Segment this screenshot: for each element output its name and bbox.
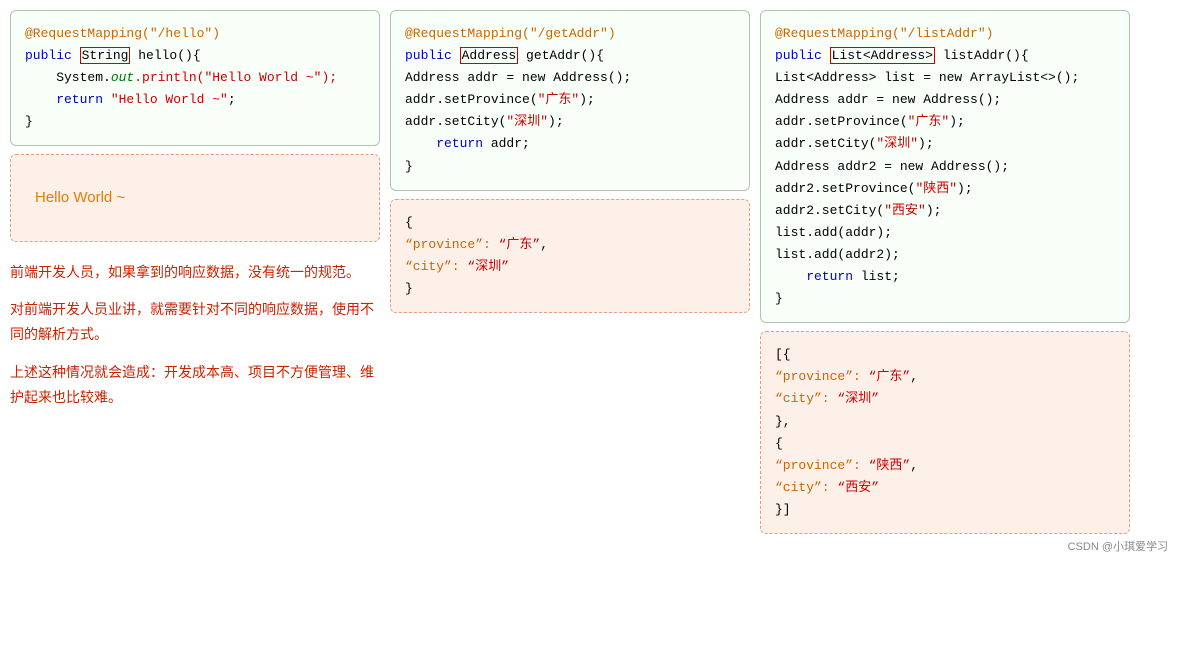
result-box-getaddr: { “province”: “广东”, “city”: “深圳” } (390, 199, 750, 313)
json-array-open: [{ (775, 344, 1115, 366)
annotation-listaddr: @RequestMapping("/listAddr") (775, 23, 1115, 45)
result-box-listaddr: [{ “province”: “广东”, “city”: “深圳” }, { “… (760, 331, 1130, 534)
main-container: @RequestMapping("/hello") public String … (10, 10, 1168, 534)
json-line-close: } (405, 278, 735, 300)
json-line-city: “city”: “深圳” (405, 256, 735, 278)
code-line-close-listaddr: } (775, 288, 1115, 310)
annotation-hello: @RequestMapping("/hello") (25, 23, 365, 45)
code-line-addr-new: Address addr = new Address(); (405, 67, 735, 89)
code-line-setcity-sz: addr.setCity("深圳"); (775, 133, 1115, 155)
code-line-addr2-new: Address addr2 = new Address(); (775, 156, 1115, 178)
json-item1-province: “province”: “广东”, (775, 366, 1115, 388)
json-line-province: “province”: “广东”, (405, 234, 735, 256)
code-line-return-addr: return addr; (405, 133, 735, 155)
json-item1-close: }, (775, 411, 1115, 433)
code-line-setcity: addr.setCity("深圳"); (405, 111, 735, 133)
code-line-close-getaddr: } (405, 156, 735, 178)
code-line-setprovince-sx: addr2.setProvince("陕西"); (775, 178, 1115, 200)
annotation-getaddr-text: @RequestMapping("/getAddr") (405, 26, 616, 41)
code-line-return-list: return list; (775, 266, 1115, 288)
json-item2-province: “province”: “陕西”, (775, 455, 1115, 477)
json-item2-city: “city”: “西安” (775, 477, 1115, 499)
code-box-listaddr: @RequestMapping("/listAddr") public List… (760, 10, 1130, 323)
code-line-list-add-addr2: list.add(addr2); (775, 244, 1115, 266)
json-item2-open: { (775, 433, 1115, 455)
code-box-getaddr: @RequestMapping("/getAddr") public Addre… (390, 10, 750, 191)
code-line-public-listaddr: public List<Address> listAddr(){ (775, 45, 1115, 67)
code-line-close-hello: } (25, 111, 365, 133)
json-array-close: }] (775, 499, 1115, 521)
hello-world-result: Hello World ~ (25, 167, 365, 229)
info-text-block: 前端开发人员，如果拿到的响应数据，没有统一的规范。 对前端开发人员业讲，就需要针… (10, 250, 380, 420)
watermark: CSDN @小琪爱学习 (10, 538, 1168, 554)
code-line-setprovince: addr.setProvince("广东"); (405, 89, 735, 111)
info-line-3: 上述这种情况就会造成：开发成本高、项目不方便管理、维护起来也比较难。 (10, 354, 380, 416)
annotation-listaddr-text: @RequestMapping("/listAddr") (775, 26, 993, 41)
info-line-2: 对前端开发人员业讲，就需要针对不同的响应数据，使用不同的解析方式。 (10, 291, 380, 353)
json-item1-city: “city”: “深圳” (775, 388, 1115, 410)
column-2: @RequestMapping("/getAddr") public Addre… (390, 10, 750, 313)
code-line-list-add-addr: list.add(addr); (775, 222, 1115, 244)
code-line-setprovince-gd: addr.setProvince("广东"); (775, 111, 1115, 133)
json-line-open: { (405, 212, 735, 234)
column-1: @RequestMapping("/hello") public String … (10, 10, 380, 420)
result-box-hello: Hello World ~ (10, 154, 380, 242)
code-line-list-new: List<Address> list = new ArrayList<>(); (775, 67, 1115, 89)
code-box-hello: @RequestMapping("/hello") public String … (10, 10, 380, 146)
code-line-setcity-xa: addr2.setCity("西安"); (775, 200, 1115, 222)
column-3: @RequestMapping("/listAddr") public List… (760, 10, 1130, 534)
code-line-public-hello: public String hello(){ (25, 45, 365, 67)
code-line-return-hello: return "Hello World ~"; (25, 89, 365, 111)
annotation-getaddr: @RequestMapping("/getAddr") (405, 23, 735, 45)
info-line-1: 前端开发人员，如果拿到的响应数据，没有统一的规范。 (10, 254, 380, 291)
code-line-addr-new2: Address addr = new Address(); (775, 89, 1115, 111)
code-line-public-getaddr: public Address getAddr(){ (405, 45, 735, 67)
annotation-text: @RequestMapping("/hello") (25, 26, 220, 41)
code-line-println: System.out.println("Hello World ~"); (25, 67, 365, 89)
